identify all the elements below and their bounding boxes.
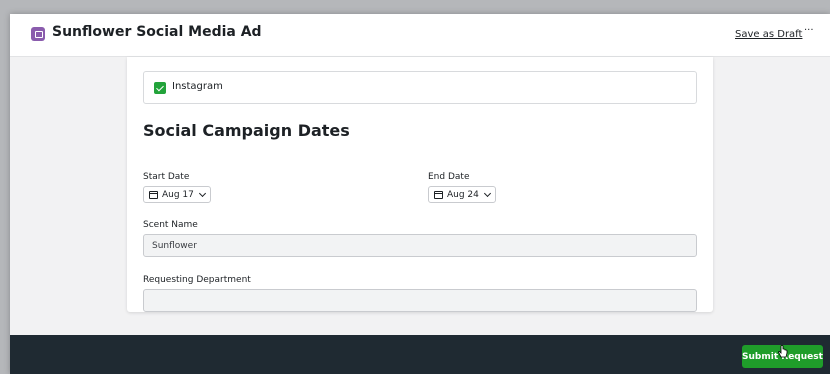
start-date-value: Aug 17	[162, 189, 194, 200]
chevron-down-icon	[483, 189, 491, 197]
scent-name-label: Scent Name	[143, 220, 198, 230]
option-label: Instagram	[172, 81, 223, 92]
form-icon	[31, 27, 45, 41]
requesting-department-label: Requesting Department	[143, 275, 251, 285]
end-date-value: Aug 24	[447, 189, 479, 200]
chevron-down-icon	[198, 189, 206, 197]
footer-bar: Submit Request	[10, 335, 830, 374]
save-as-draft-link[interactable]: Save as Draft	[735, 29, 802, 40]
form-card: Instagram Social Campaign Dates Start Da…	[127, 57, 713, 312]
calendar-icon	[149, 190, 158, 199]
requesting-department-field[interactable]	[143, 289, 697, 312]
request-form-window: Sunflower Social Media Ad Save as Draft …	[10, 14, 830, 374]
end-date-label: End Date	[428, 172, 470, 182]
start-date-picker[interactable]: Aug 17	[143, 186, 211, 203]
section-title: Social Campaign Dates	[143, 121, 350, 140]
platform-option-instagram[interactable]: Instagram	[143, 71, 697, 104]
more-icon[interactable]: ···	[804, 25, 814, 36]
calendar-icon	[434, 190, 443, 199]
checkbox-checked-icon[interactable]	[154, 82, 166, 94]
scent-name-field[interactable]: Sunflower	[143, 234, 697, 257]
page-title: Sunflower Social Media Ad	[52, 24, 262, 40]
header-bar: Sunflower Social Media Ad Save as Draft …	[10, 14, 830, 57]
start-date-label: Start Date	[143, 172, 190, 182]
hand-cursor-icon	[778, 345, 788, 358]
end-date-picker[interactable]: Aug 24	[428, 186, 496, 203]
